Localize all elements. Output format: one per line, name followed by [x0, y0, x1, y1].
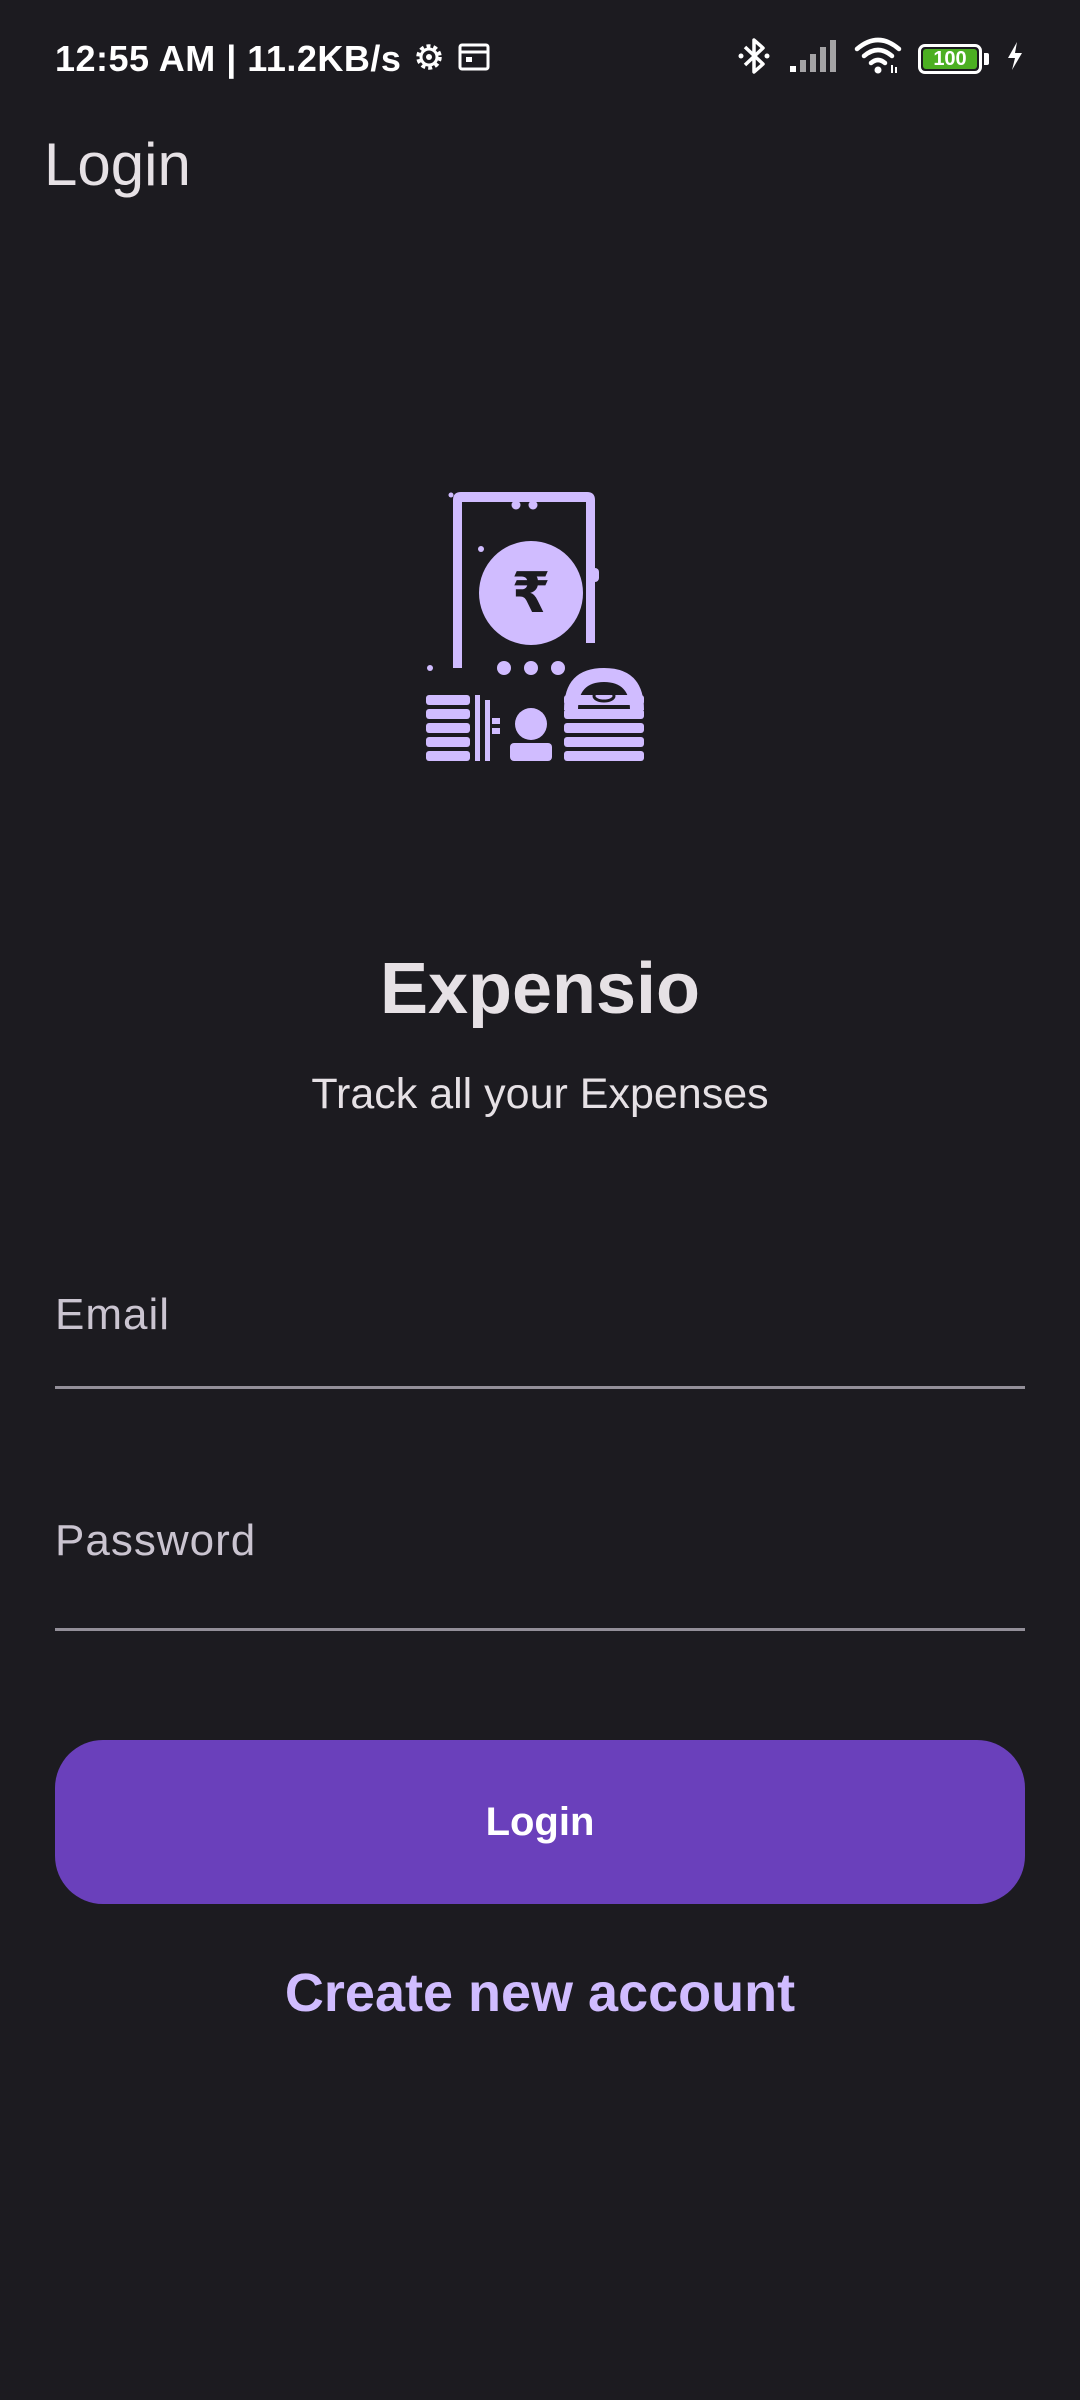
settings-gear-icon — [411, 39, 447, 80]
create-new-account-link[interactable]: Create new account — [0, 1962, 1080, 2024]
charging-icon — [1005, 41, 1025, 76]
calendar-icon — [457, 40, 491, 79]
app-bar-title: Login — [44, 131, 191, 198]
cellular-signal-icon — [788, 38, 838, 79]
password-field[interactable] — [55, 1460, 1025, 1631]
status-time-network-speed: 12:55 AM | 11.2KB/s — [55, 38, 402, 79]
email-field[interactable] — [55, 1250, 1025, 1389]
bluetooth-icon — [736, 36, 772, 81]
password-field-container — [55, 1460, 1025, 1631]
battery-icon: 100 — [918, 43, 982, 74]
status-bar: 12:55 AM | 11.2KB/s 100 — [0, 0, 1080, 120]
email-field-container — [55, 1250, 1025, 1389]
login-screen: 12:55 AM | 11.2KB/s 100 Login ₹ Expensio… — [0, 0, 1080, 2400]
phone-rupee-coins-wallet-illustration: ₹ — [420, 488, 650, 768]
login-button[interactable]: Login — [55, 1740, 1025, 1904]
status-left: 12:55 AM | 11.2KB/s — [55, 38, 491, 80]
wifi-icon — [854, 37, 902, 80]
battery-level-text: 100 — [933, 47, 967, 70]
status-right: 100 — [736, 36, 1025, 81]
battery-tip — [984, 52, 989, 65]
rupee-symbol: ₹ — [512, 561, 551, 626]
tagline: Track all your Expenses — [311, 1070, 769, 1118]
brand-name: Expensio — [379, 949, 701, 1029]
